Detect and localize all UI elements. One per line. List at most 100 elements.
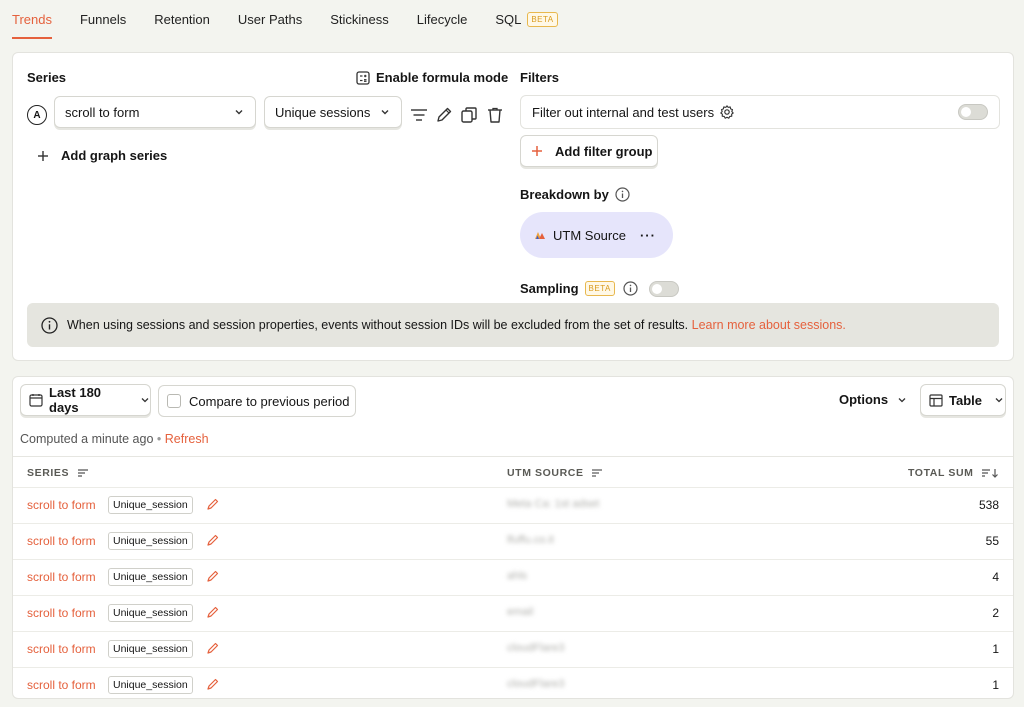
breakdown-utm-source[interactable]: UTM Source ··· — [520, 212, 673, 258]
breakdown-title: Breakdown by — [520, 187, 609, 202]
plus-icon — [531, 145, 543, 157]
insight-tabs: Trends Funnels Retention User Paths Stic… — [0, 0, 1024, 39]
duplicate-icon[interactable] — [458, 104, 480, 126]
pencil-icon[interactable] — [206, 677, 220, 694]
compare-checkbox[interactable] — [167, 394, 181, 408]
tab-label: Funnels — [79, 11, 127, 27]
tab-stickiness[interactable]: Stickiness — [330, 1, 389, 37]
table-row: scroll to form Unique_session lfuffu.co.… — [13, 523, 1013, 559]
date-range-button[interactable]: Last 180 days — [20, 384, 151, 416]
utm-property-icon — [534, 229, 548, 241]
total-sum-value: 1 — [992, 642, 999, 656]
internal-filter-label: Filter out internal and test users — [532, 104, 715, 120]
tab-user-paths[interactable]: User Paths — [238, 1, 302, 37]
event-select[interactable]: scroll to form — [54, 96, 256, 128]
table-row: scroll to form Unique_session cloudFlare… — [13, 667, 1013, 698]
table-icon — [929, 393, 943, 407]
trash-icon[interactable] — [484, 104, 506, 126]
table-row: scroll to form Unique_session email 2 — [13, 595, 1013, 631]
pencil-icon[interactable] — [206, 569, 220, 586]
chevron-down-icon — [994, 395, 1004, 405]
total-sum-value: 55 — [985, 534, 999, 548]
series-name-link[interactable]: scroll to form — [27, 678, 96, 692]
computed-text: Computed a minute ago — [20, 432, 154, 446]
tab-funnels[interactable]: Funnels — [80, 1, 126, 37]
column-label: UTM SOURCE — [507, 467, 584, 479]
math-select-value: Unique sessions — [275, 104, 371, 120]
internal-users-toggle[interactable] — [958, 104, 988, 120]
info-icon[interactable] — [623, 281, 638, 296]
math-tag: Unique_session — [108, 568, 193, 586]
formula-mode-toggle[interactable]: Enable formula mode — [356, 70, 508, 85]
math-tag: Unique_session — [108, 640, 193, 658]
learn-more-link[interactable]: Learn more about sessions. — [692, 318, 846, 332]
date-range-value: Last 180 days — [49, 385, 102, 415]
utm-source-value: cloudFlare3 — [507, 642, 565, 654]
chevron-down-icon — [233, 106, 245, 121]
series-name-link[interactable]: scroll to form — [27, 498, 96, 512]
tab-label: Stickiness — [330, 11, 389, 27]
table-row: scroll to form Unique_session cloudFlare… — [13, 631, 1013, 667]
tab-retention[interactable]: Retention — [154, 1, 210, 37]
filters-heading: Filters — [520, 70, 560, 85]
utm-source-value: email — [507, 606, 534, 618]
beta-badge: BETA — [584, 281, 615, 296]
series-name-link[interactable]: scroll to form — [27, 534, 96, 548]
column-label: SERIES — [27, 467, 70, 479]
utm-source-value: ahls — [507, 570, 528, 582]
formula-mode-label: Enable formula mode — [376, 70, 509, 85]
tab-sql[interactable]: SQL BETA — [495, 1, 558, 37]
more-options-icon[interactable]: ··· — [640, 228, 656, 243]
sampling-toggle[interactable] — [649, 281, 679, 297]
compare-label: Compare to previous period — [189, 393, 350, 409]
utm-source-value: lfuffu.co.it — [507, 534, 554, 546]
info-icon[interactable] — [615, 187, 630, 202]
add-filter-group-button[interactable]: Add filter group — [520, 135, 658, 167]
math-tag: Unique_session — [108, 604, 193, 622]
tab-label: Lifecycle — [416, 11, 468, 27]
pencil-icon[interactable] — [206, 533, 220, 550]
display-type-button[interactable]: Table — [920, 384, 1006, 416]
tab-label: SQL — [495, 11, 522, 27]
table-header: SERIES UTM SOURCE TOTAL SUM — [13, 456, 1013, 487]
filter-series-icon[interactable] — [408, 104, 430, 126]
series-heading: Series — [27, 70, 67, 85]
results-card: Last 180 days Compare to previous period… — [12, 376, 1014, 699]
table-row: scroll to form Unique_session Meta Ca: 1… — [13, 487, 1013, 523]
plus-icon — [37, 150, 49, 162]
pencil-icon[interactable] — [433, 104, 455, 126]
sort-icon[interactable] — [591, 468, 603, 478]
pencil-icon[interactable] — [206, 641, 220, 658]
series-name-link[interactable]: scroll to form — [27, 642, 96, 656]
tab-label: Retention — [154, 11, 210, 27]
pencil-icon[interactable] — [206, 605, 220, 622]
total-sum-value: 2 — [992, 606, 999, 620]
compare-period-option[interactable]: Compare to previous period — [158, 385, 356, 417]
breakdown-value: UTM Source — [553, 227, 626, 243]
total-sum-value: 538 — [978, 498, 999, 512]
math-tag: Unique_session — [108, 496, 193, 514]
sort-icon[interactable] — [77, 468, 89, 478]
column-header-series[interactable]: SERIES — [27, 467, 89, 479]
event-select-value: scroll to form — [65, 104, 140, 120]
series-letter-badge: A — [27, 105, 47, 125]
pencil-icon[interactable] — [206, 497, 220, 514]
sort-desc-icon[interactable] — [981, 468, 999, 479]
query-editor-card: Series Enable formula mode A scroll to f… — [12, 52, 1014, 361]
add-graph-series-button[interactable]: Add graph series — [37, 148, 167, 163]
add-filter-group-label: Add filter group — [555, 143, 653, 159]
column-header-total-sum[interactable]: TOTAL SUM — [908, 467, 999, 479]
column-header-utm-source[interactable]: UTM SOURCE — [507, 467, 603, 479]
tab-label: User Paths — [237, 11, 303, 27]
computed-status: Computed a minute ago • Refresh — [20, 432, 209, 446]
series-name-link[interactable]: scroll to form — [27, 570, 96, 584]
series-name-link[interactable]: scroll to form — [27, 606, 96, 620]
math-select[interactable]: Unique sessions — [264, 96, 402, 128]
tab-lifecycle[interactable]: Lifecycle — [417, 1, 468, 37]
options-dropdown[interactable]: Options — [839, 392, 907, 407]
tab-trends[interactable]: Trends — [12, 1, 52, 39]
table-row: scroll to form Unique_session ahls 4 — [13, 559, 1013, 595]
total-sum-value: 1 — [992, 678, 999, 692]
refresh-link[interactable]: Refresh — [165, 432, 209, 446]
gear-icon[interactable] — [720, 105, 734, 119]
